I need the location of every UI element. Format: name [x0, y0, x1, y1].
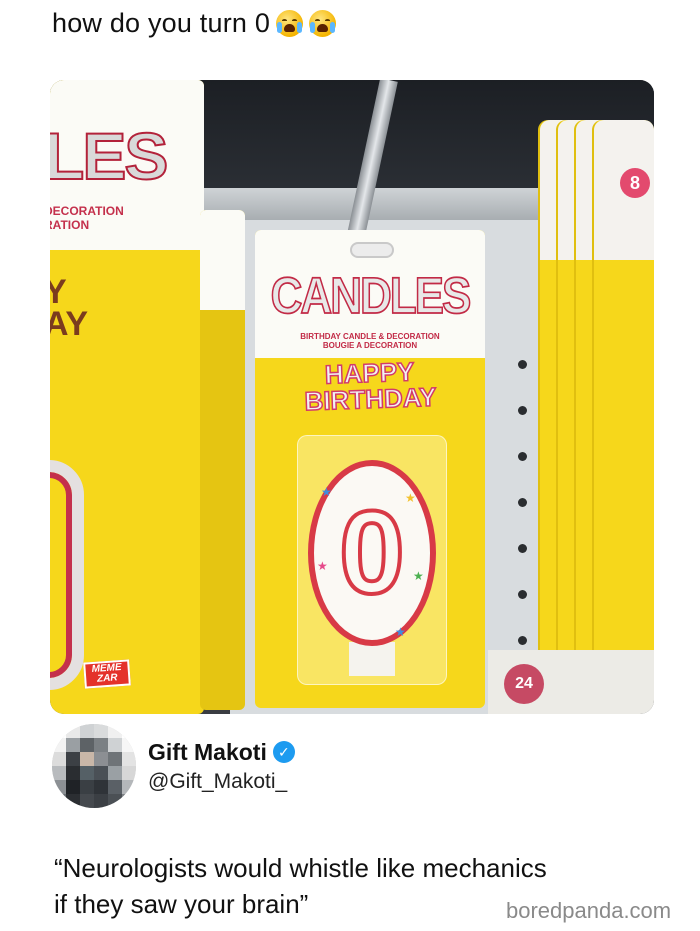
loudly-crying-face-icon	[309, 10, 337, 37]
meme-zar-watermark: MEME ZAR	[83, 659, 131, 689]
left-candle	[50, 460, 84, 690]
package-brand: CANDLES	[270, 267, 472, 325]
left-package-birthday: Y AY	[50, 273, 89, 343]
quote-line-1: “Neurologists would whistle like mechani…	[54, 853, 547, 883]
avatar[interactable]	[52, 724, 136, 808]
left-package-brand: LES	[50, 118, 169, 194]
author-names: Gift Makoti ✓ @Gift_Makoti_	[148, 739, 295, 794]
number-badge: 24	[504, 664, 544, 704]
number-badge: 8	[620, 168, 650, 198]
author-name[interactable]: Gift Makoti	[148, 739, 267, 766]
second-candle-package	[200, 210, 245, 710]
loudly-crying-face-icon	[276, 10, 304, 37]
left-package-subtitle: DECORATION RATION	[50, 204, 124, 232]
star-icon: ★	[395, 625, 406, 639]
candle-base	[349, 642, 395, 676]
verified-badge-icon: ✓	[272, 741, 295, 763]
author-handle[interactable]: @Gift_Makoti_	[148, 770, 295, 794]
star-icon: ★	[321, 485, 332, 499]
post-photo[interactable]: LES DECORATION RATION Y AY CANDLES BIRTH…	[50, 80, 654, 714]
star-icon: ★	[413, 569, 424, 583]
right-candle-packages: 8	[534, 120, 654, 680]
left-candle-package: LES DECORATION RATION Y AY	[50, 80, 204, 714]
happy-birthday-text: HAPPY BIRTHDAY	[303, 356, 437, 417]
post-author[interactable]: Gift Makoti ✓ @Gift_Makoti_	[52, 724, 295, 808]
star-icon: ★	[317, 559, 328, 573]
star-icon: ★	[405, 491, 416, 505]
candle-number: 0	[337, 487, 407, 619]
hang-slot	[350, 242, 394, 258]
post-caption: how do you turn 0	[52, 8, 337, 39]
zero-candle-package: CANDLES BIRTHDAY CANDLE & DECORATION BOU…	[255, 230, 485, 708]
caption-text: how do you turn 0	[52, 8, 271, 38]
source-credit: boredpanda.com	[506, 898, 672, 923]
package-subtitle: BIRTHDAY CANDLE & DECORATION BOUGIE A DE…	[300, 332, 440, 350]
